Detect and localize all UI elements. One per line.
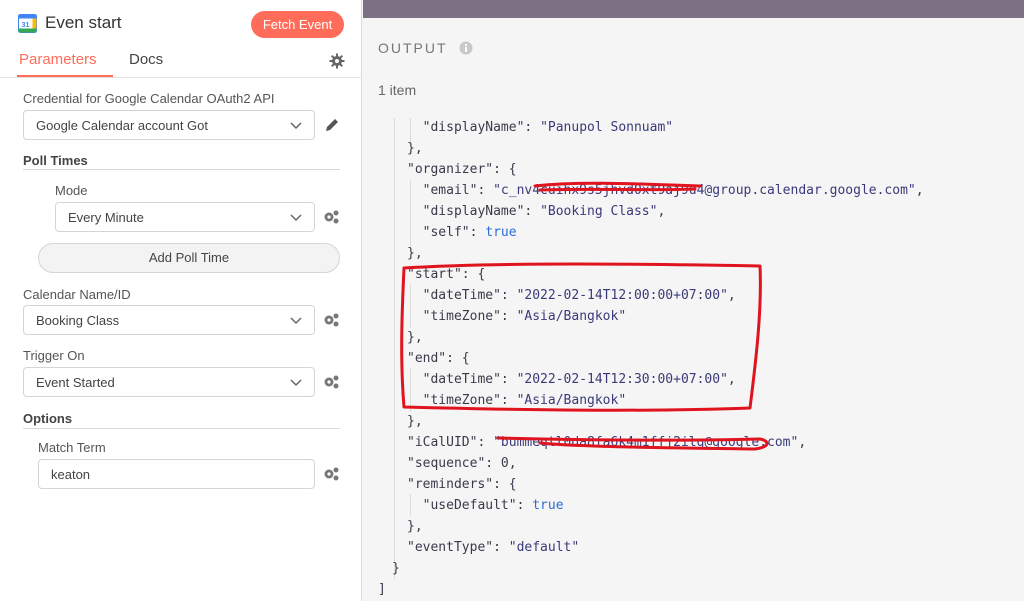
json-line: "dateTime": "2022-02-14T12:00:00+07:00", xyxy=(407,288,736,303)
chevron-down-icon xyxy=(290,317,302,325)
json-line: "timeZone": "Asia/Bangkok" xyxy=(407,309,627,324)
json-indent-guide xyxy=(394,118,395,579)
json-line: }, xyxy=(407,141,423,156)
json-line: "end": { xyxy=(407,351,470,366)
json-line: }, xyxy=(407,414,423,429)
json-line: "organizer": { xyxy=(407,162,517,177)
tab-parameters[interactable]: Parameters xyxy=(19,51,97,68)
edit-pencil-icon[interactable] xyxy=(323,116,341,134)
json-line: }, xyxy=(407,519,423,534)
trigger-label: Trigger On xyxy=(23,348,85,363)
calendar-select[interactable]: Booking Class xyxy=(23,305,315,335)
json-line: } xyxy=(392,561,400,576)
json-line: "iCalUID": "bummeqtl0da8fa6k4m1ffj2ilg@g… xyxy=(407,435,807,450)
section-divider xyxy=(23,169,340,170)
json-line: }, xyxy=(407,246,423,261)
add-poll-time-button[interactable]: Add Poll Time xyxy=(38,243,340,273)
output-heading: OUTPUT xyxy=(378,40,448,56)
calendar-value: Booking Class xyxy=(36,313,120,328)
calendar-label: Calendar Name/ID xyxy=(23,287,131,302)
info-icon[interactable] xyxy=(459,41,473,55)
tab-docs[interactable]: Docs xyxy=(129,51,163,68)
section-divider xyxy=(23,428,340,429)
parameter-options-gears-icon[interactable] xyxy=(322,208,340,226)
fetch-event-button[interactable]: Fetch Event xyxy=(251,11,344,38)
credential-label: Credential for Google Calendar OAuth2 AP… xyxy=(23,91,275,106)
json-line: "self": true xyxy=(407,225,517,240)
active-tab-indicator xyxy=(17,75,113,77)
mode-select[interactable]: Every Minute xyxy=(55,202,315,232)
match-term-input[interactable]: keaton xyxy=(38,459,315,489)
json-line: ] xyxy=(378,582,386,597)
options-heading: Options xyxy=(23,411,73,426)
parameter-options-gears-icon[interactable] xyxy=(322,311,340,329)
json-line: "displayName": "Booking Class", xyxy=(407,204,666,219)
json-line: "timeZone": "Asia/Bangkok" xyxy=(407,393,627,408)
canvas-backdrop xyxy=(363,0,1024,18)
json-line: "start": { xyxy=(407,267,486,282)
json-line: "email": "c_nv4cuihx9s5jhvd0xt9aj9u4@gro… xyxy=(407,183,924,198)
json-line: }, xyxy=(407,330,423,345)
chevron-down-icon xyxy=(290,122,302,130)
parameter-options-gears-icon[interactable] xyxy=(322,373,340,391)
poll-times-heading: Poll Times xyxy=(23,153,88,168)
panel-tabs: Parameters Docs xyxy=(0,48,362,78)
json-line: "dateTime": "2022-02-14T12:30:00+07:00", xyxy=(407,372,736,387)
json-line: "useDefault": true xyxy=(407,498,564,513)
match-term-value: keaton xyxy=(51,467,91,482)
mode-label: Mode xyxy=(55,183,88,198)
trigger-value: Event Started xyxy=(36,375,115,390)
json-line: "sequence": 0, xyxy=(407,456,517,471)
trigger-select[interactable]: Event Started xyxy=(23,367,315,397)
mode-value: Every Minute xyxy=(68,210,144,225)
node-parameters-panel: 31 Even start Fetch Event Parameters Doc… xyxy=(0,0,362,601)
json-line: "eventType": "default" xyxy=(407,540,580,555)
chevron-down-icon xyxy=(290,379,302,387)
output-item-count: 1 item xyxy=(378,82,417,98)
credential-value: Google Calendar account Got xyxy=(36,118,208,133)
google-calendar-icon: 31 xyxy=(18,14,37,33)
json-line: "displayName": "Panupol Sonnuam" xyxy=(407,120,674,135)
svg-text:31: 31 xyxy=(22,22,30,29)
credential-select[interactable]: Google Calendar account Got xyxy=(23,110,315,140)
settings-gear-icon[interactable] xyxy=(329,53,345,69)
node-title[interactable]: Even start xyxy=(45,13,122,33)
match-term-label: Match Term xyxy=(38,440,106,455)
parameter-options-gears-icon[interactable] xyxy=(322,465,340,483)
node-header: 31 Even start Fetch Event xyxy=(0,0,362,48)
chevron-down-icon xyxy=(290,214,302,222)
json-line: "reminders": { xyxy=(407,477,517,492)
